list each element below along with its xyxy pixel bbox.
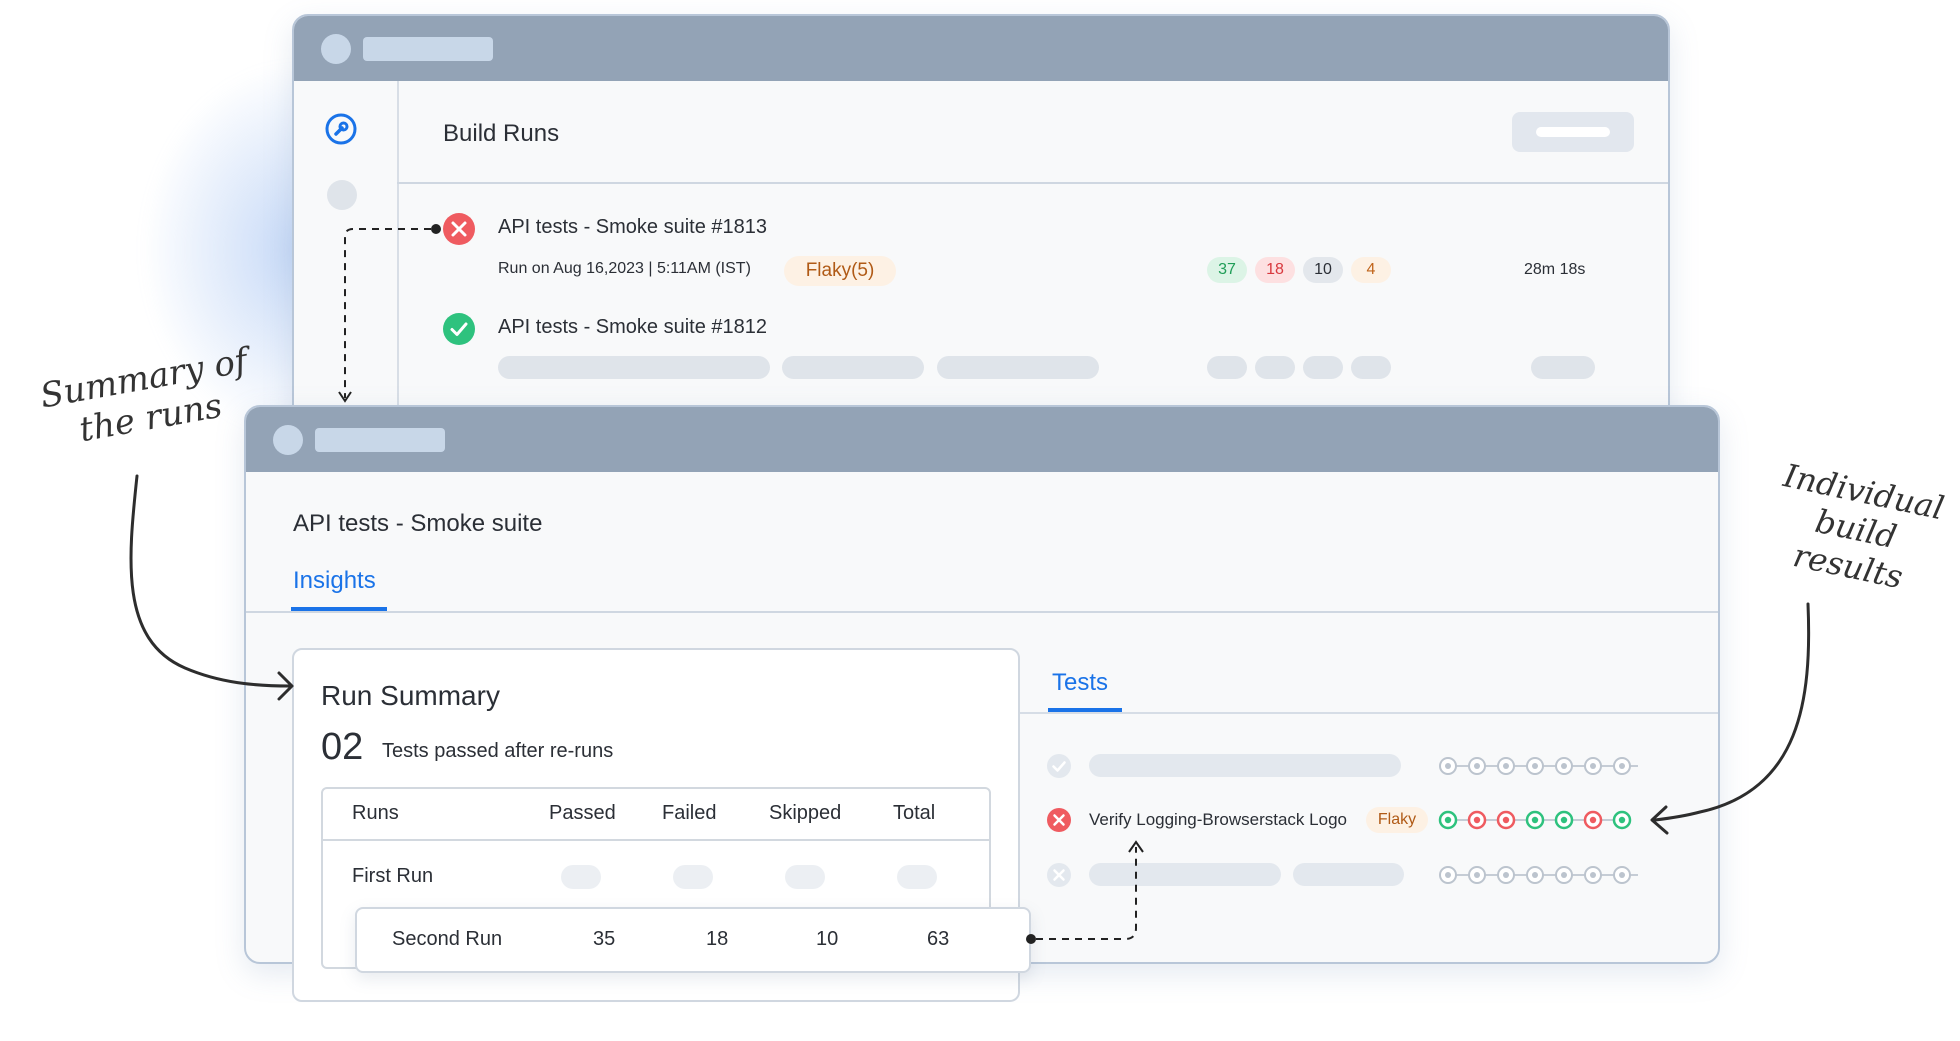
annotation-overlay bbox=[129, 224, 1811, 944]
